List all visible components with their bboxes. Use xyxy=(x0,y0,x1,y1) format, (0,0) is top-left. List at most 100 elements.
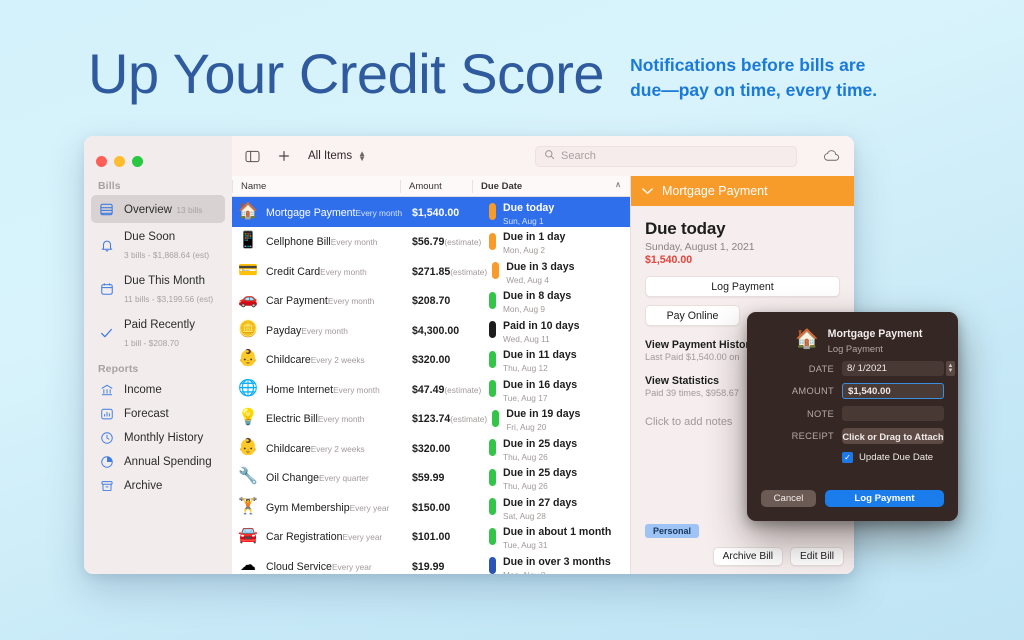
table-row[interactable]: 🏠 Mortgage PaymentEvery month $1,540.00 Due… xyxy=(232,197,630,227)
bill-name-cell: Gym MembershipEvery year xyxy=(260,498,412,516)
sidebar-item-income[interactable]: Income xyxy=(91,378,225,402)
bill-due-date: Sat, Aug 28 xyxy=(503,510,546,521)
column-header-due-date-label: Due Date xyxy=(481,180,523,192)
bill-due-cell: Due in 16 days Tue, Aug 17 xyxy=(484,375,628,403)
bill-due-text: Due in 16 days xyxy=(503,378,578,391)
column-header-due-date[interactable]: Due Date ∧ xyxy=(472,179,630,193)
date-stepper[interactable]: ▲ ▼ xyxy=(946,361,955,376)
table-row[interactable]: 📱 Cellphone BillEvery month $56.79(estimat… xyxy=(232,227,630,257)
bill-name-cell: Credit CardEvery month xyxy=(260,262,412,280)
hero-banner: Up Your Credit Score Notifications befor… xyxy=(88,46,988,121)
sidebar-item-monthly-history[interactable]: Monthly History xyxy=(91,426,225,450)
sidebar-item-paid-recently[interactable]: Paid Recently 1 bill - $208.70 xyxy=(91,311,225,355)
sidebar-toggle-icon[interactable] xyxy=(242,146,262,166)
detail-header-title: Mortgage Payment xyxy=(662,184,768,198)
cloud-icon[interactable] xyxy=(823,150,840,162)
bill-icon: 🏋 xyxy=(238,497,258,515)
dialog-title: Mortgage Payment xyxy=(827,328,923,340)
table-row[interactable]: 💳 Credit CardEvery month $271.85(estimate)… xyxy=(232,256,630,286)
bill-name: Payday xyxy=(266,324,302,337)
edit-bill-button[interactable]: Edit Bill xyxy=(790,547,844,566)
bill-due-date: Thu, Aug 12 xyxy=(503,363,548,374)
chevron-down-icon[interactable] xyxy=(642,184,653,198)
filter-dropdown-label: All Items xyxy=(308,150,353,162)
archive-bill-button[interactable]: Archive Bill xyxy=(712,547,784,566)
bill-due-cell: Due today Sun, Aug 1 xyxy=(484,198,628,226)
table-row[interactable]: ☁ Cloud ServiceEvery year $19.99 Due in ove… xyxy=(232,551,630,574)
bill-name-cell: Car PaymentEvery month xyxy=(260,291,412,309)
bill-due-date: Tue, Aug 31 xyxy=(503,540,548,551)
category-tag[interactable]: Personal xyxy=(645,524,700,538)
bill-due-text: Due in 25 days xyxy=(503,467,578,480)
column-header-amount[interactable]: Amount xyxy=(400,179,472,193)
bill-name: Gym Membership xyxy=(266,501,350,514)
date-label: DATE xyxy=(808,363,834,374)
bill-name: Oil Change xyxy=(266,472,319,485)
pay-online-button[interactable]: Pay Online xyxy=(645,305,740,326)
page-title: Up Your Credit Score xyxy=(88,42,605,105)
table-row[interactable]: 💡 Electric BillEvery month $123.74(estimat… xyxy=(232,404,630,434)
bill-icon: 📱 xyxy=(238,232,258,250)
minimize-button[interactable] xyxy=(114,156,125,167)
hero-subtitle-line-1: Notifications before bills are xyxy=(630,55,866,75)
bill-amount: $101.00 xyxy=(412,531,451,544)
filter-dropdown[interactable]: All Items ▲ ▼ xyxy=(308,150,366,163)
receipt-attach-button[interactable]: Click or Drag to Attach xyxy=(842,428,944,444)
sidebar-item-forecast[interactable]: Forecast xyxy=(91,402,225,426)
bill-due-cell: Due in 3 days Wed, Aug 4 xyxy=(487,257,628,285)
table-row[interactable]: 🏋 Gym MembershipEvery year $150.00 Due in 2… xyxy=(232,492,630,522)
sidebar-item-archive[interactable]: Archive xyxy=(91,474,225,498)
sidebar-item-annual-spending[interactable]: Annual Spending xyxy=(91,450,225,474)
update-due-date-checkbox[interactable]: ✓ xyxy=(842,452,853,463)
sidebar-section-bills: Bills xyxy=(98,180,121,192)
table-row[interactable]: 🚗 Car PaymentEvery month $208.70 Due in 8 d… xyxy=(232,286,630,316)
note-input[interactable] xyxy=(842,406,944,421)
sidebar-item-label: Income xyxy=(124,383,162,396)
close-button[interactable] xyxy=(96,156,107,167)
column-header-name[interactable]: Name xyxy=(232,179,400,193)
bill-recurrence: Every month xyxy=(317,414,365,425)
sidebar-item-due-soon[interactable]: Due Soon 3 bills - $1,868.64 (est) xyxy=(91,223,225,267)
cancel-button[interactable]: Cancel xyxy=(761,490,816,507)
table-row[interactable]: 👶 ChildcareEvery 2 weeks $320.00 Due in 11 … xyxy=(232,345,630,375)
search-input[interactable]: Search xyxy=(535,145,797,167)
confirm-log-payment-button[interactable]: Log Payment xyxy=(825,490,944,507)
bill-recurrence: Every month xyxy=(330,237,378,248)
bill-amount-cell: $56.79(estimate) xyxy=(412,232,484,250)
receipt-label: RECEIPT xyxy=(791,431,834,441)
bill-icon: 👶 xyxy=(238,438,258,456)
bill-due-date: Mon, Aug 2 xyxy=(503,245,545,256)
dialog-buttons: Cancel Log Payment xyxy=(761,490,944,507)
bill-list[interactable]: 🏠 Mortgage PaymentEvery month $1,540.00 Due… xyxy=(232,197,630,574)
bill-amount-cell: $320.00 xyxy=(412,439,484,457)
table-row[interactable]: 🚘 Car RegistrationEvery year $101.00 Due in… xyxy=(232,522,630,552)
sidebar-item-overview[interactable]: Overview 13 bills xyxy=(91,195,225,223)
sidebar-item-label: Monthly History xyxy=(124,431,204,444)
table-row[interactable]: 👶 ChildcareEvery 2 weeks $320.00 Due in 25 … xyxy=(232,433,630,463)
detail-due-heading: Due today xyxy=(645,219,726,238)
update-due-date-row[interactable]: ✓ Update Due Date xyxy=(761,452,944,463)
bill-recurrence: Every month xyxy=(355,207,403,218)
bill-due-text: Due in over 3 months xyxy=(503,555,611,568)
bill-recurrence: Every year xyxy=(342,532,383,543)
sidebar-item-due-this-month[interactable]: Due This Month 11 bills - $3,199.56 (est… xyxy=(91,267,225,311)
bill-amount: $150.00 xyxy=(412,501,451,514)
bell-icon xyxy=(98,237,115,254)
status-badge xyxy=(489,439,496,457)
bill-amount-cell: $208.70 xyxy=(412,291,484,309)
bill-amount-cell: $59.99 xyxy=(412,468,484,486)
add-button[interactable] xyxy=(274,146,294,166)
maximize-button[interactable] xyxy=(132,156,143,167)
date-input[interactable]: 8/ 1/2021 ▲ ▼ xyxy=(842,361,955,376)
log-payment-button[interactable]: Log Payment xyxy=(645,276,840,297)
status-badge xyxy=(489,527,496,545)
bill-name-cell: ChildcareEvery 2 weeks xyxy=(260,350,412,368)
bill-recurrence: Every 2 weeks xyxy=(310,443,365,454)
table-row[interactable]: 🪙 PaydayEvery month $4,300.00 Paid in 10 da… xyxy=(232,315,630,345)
table-row[interactable]: 🔧 Oil ChangeEvery quarter $59.99 Due in 25 … xyxy=(232,463,630,493)
bill-amount-cell: $47.49(estimate) xyxy=(412,380,484,398)
table-row[interactable]: 🌐 Home InternetEvery month $47.49(estimate… xyxy=(232,374,630,404)
amount-input[interactable]: $1,540.00 xyxy=(842,383,944,399)
bill-name-cell: Oil ChangeEvery quarter xyxy=(260,468,412,486)
bill-due-cell: Due in over 3 months Mon, Nov 8 xyxy=(484,552,628,574)
